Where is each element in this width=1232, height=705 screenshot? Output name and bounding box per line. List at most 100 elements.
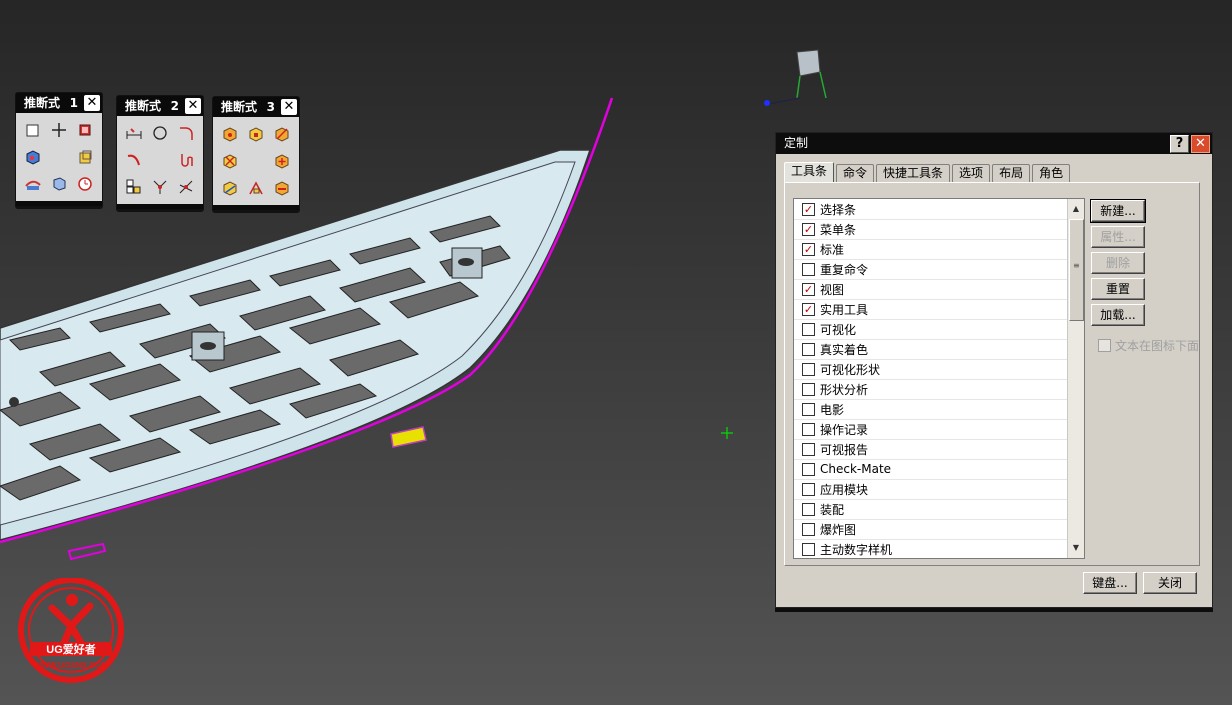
scroll-thumb[interactable]: ≡ bbox=[1069, 219, 1084, 321]
toolbar-title[interactable]: 推断式 2 ✕ bbox=[117, 96, 203, 116]
list-item-checkbox[interactable] bbox=[802, 462, 815, 476]
close-icon[interactable]: ✕ bbox=[281, 99, 297, 115]
toolbar-list[interactable]: ✓ 选择条 ✓ 菜单条 ✓ 标准 重复命令 ✓ 视图 ✓ 实用工具 可视化 真实着色 可视化形状 形状分析电… bbox=[793, 198, 1085, 559]
box-h-icon[interactable] bbox=[269, 174, 295, 201]
red-arc-icon[interactable] bbox=[121, 146, 147, 173]
list-item-checkbox[interactable] bbox=[802, 362, 815, 376]
list-item-checkbox[interactable] bbox=[802, 542, 815, 556]
list-item[interactable]: ✓ 视图 bbox=[794, 279, 1068, 300]
red-spiral-icon[interactable] bbox=[173, 146, 199, 173]
delete-button[interactable]: 删除 bbox=[1091, 252, 1145, 274]
list-item[interactable]: 形状分析 bbox=[794, 379, 1068, 400]
list-item[interactable]: 可视报告 bbox=[794, 439, 1068, 460]
box-g-icon[interactable] bbox=[243, 174, 269, 201]
box-e-icon[interactable] bbox=[269, 147, 295, 174]
list-item[interactable]: 电影 bbox=[794, 399, 1068, 420]
cube-tool-icon[interactable] bbox=[46, 170, 72, 197]
tab-layout[interactable]: 布局 bbox=[992, 164, 1031, 182]
toolbar-title[interactable]: 推断式 3 ✕ bbox=[213, 97, 299, 117]
tab-commands[interactable]: 命令 bbox=[836, 164, 875, 182]
list-item-checkbox[interactable] bbox=[802, 502, 815, 516]
list-item[interactable]: ✓ 菜单条 bbox=[794, 219, 1068, 240]
box-b-icon[interactable] bbox=[243, 120, 269, 147]
list-item[interactable]: 爆炸图 bbox=[794, 519, 1068, 540]
list-item-checkbox[interactable] bbox=[802, 262, 815, 276]
help-button[interactable]: ? bbox=[1170, 135, 1189, 153]
toolbar-title-text: 推断式 bbox=[221, 100, 258, 114]
list-item[interactable]: 可视化形状 bbox=[794, 359, 1068, 380]
origin-marker bbox=[721, 427, 733, 439]
properties-button[interactable]: 属性... bbox=[1091, 226, 1145, 248]
yellow-clip bbox=[390, 426, 427, 448]
scroll-down-icon[interactable]: ▼ bbox=[1068, 540, 1084, 556]
list-item-checkbox[interactable] bbox=[802, 382, 815, 396]
toolbar-title-text: 推断式 bbox=[125, 99, 162, 113]
text-under-icon-checkbox[interactable]: 文本在图标下面 bbox=[1098, 337, 1199, 354]
load-button[interactable]: 加载... bbox=[1091, 304, 1145, 326]
list-item-label: 选择条 bbox=[820, 202, 857, 217]
list-item[interactable]: 装配 bbox=[794, 499, 1068, 520]
close-icon[interactable]: ✕ bbox=[185, 98, 201, 114]
keyboard-button[interactable]: 键盘... bbox=[1083, 572, 1137, 594]
tab-quick-toolbars[interactable]: 快捷工具条 bbox=[876, 164, 951, 182]
cross-icon[interactable] bbox=[46, 116, 72, 143]
list-item-checkbox[interactable]: ✓ bbox=[802, 282, 815, 296]
reset-button[interactable]: 重置 bbox=[1091, 278, 1145, 300]
list-item[interactable]: 主动数字样机 bbox=[794, 539, 1068, 558]
list-item-checkbox[interactable] bbox=[802, 442, 815, 456]
clock-icon[interactable] bbox=[72, 170, 98, 197]
close-icon[interactable]: ✕ bbox=[84, 95, 100, 111]
list-item-checkbox[interactable]: ✓ bbox=[802, 242, 815, 256]
list-item-checkbox[interactable] bbox=[802, 342, 815, 356]
close-icon[interactable]: ✕ bbox=[1191, 135, 1210, 153]
checkbox-box[interactable] bbox=[1098, 339, 1111, 352]
close-button[interactable]: 关闭 bbox=[1143, 572, 1197, 594]
list-item-checkbox[interactable] bbox=[802, 322, 815, 336]
list-item[interactable]: ✓ 选择条 bbox=[794, 199, 1068, 220]
node-icon[interactable] bbox=[147, 173, 173, 200]
tab-options[interactable]: 选项 bbox=[952, 164, 991, 182]
list-item[interactable]: 应用模块 bbox=[794, 479, 1068, 500]
list-item-checkbox[interactable] bbox=[802, 482, 815, 496]
list-item[interactable]: ✓ 实用工具 bbox=[794, 299, 1068, 320]
box-f-icon[interactable] bbox=[217, 174, 243, 201]
red-box-icon[interactable] bbox=[72, 116, 98, 143]
intersect-icon[interactable] bbox=[173, 173, 199, 200]
list-item-checkbox[interactable]: ✓ bbox=[802, 222, 815, 236]
customize-dialog[interactable]: 定制 ? ✕ 工具条 命令 快捷工具条 选项 布局 角色 ✓ 选择条 ✓ 菜单条 ✓ 标准… bbox=[775, 132, 1213, 608]
box-a-icon[interactable] bbox=[217, 120, 243, 147]
list-item-checkbox[interactable] bbox=[802, 522, 815, 536]
dim-icon[interactable] bbox=[121, 119, 147, 146]
list-item[interactable]: 操作记录 bbox=[794, 419, 1068, 440]
list-item-checkbox[interactable] bbox=[802, 422, 815, 436]
rect-icon[interactable] bbox=[20, 116, 46, 143]
box-d-icon[interactable] bbox=[217, 147, 243, 174]
yellow-box-icon[interactable] bbox=[72, 143, 98, 170]
tab-toolbars[interactable]: 工具条 bbox=[784, 162, 835, 182]
blue-cube-icon[interactable] bbox=[20, 143, 46, 170]
list-item[interactable]: 真实着色 bbox=[794, 339, 1068, 360]
list-item[interactable]: 重复命令 bbox=[794, 259, 1068, 280]
list-item-checkbox[interactable]: ✓ bbox=[802, 202, 815, 216]
new-button[interactable]: 新建... bbox=[1090, 199, 1146, 223]
tab-roles[interactable]: 角色 bbox=[1032, 164, 1071, 182]
multi-box-icon[interactable] bbox=[121, 173, 147, 200]
list-scrollbar[interactable]: ▲ ≡ ▼ bbox=[1067, 199, 1084, 558]
box-c-icon[interactable] bbox=[269, 120, 295, 147]
toolbar-infer-3[interactable]: 推断式 3 ✕ bbox=[212, 96, 300, 211]
toolbar-title[interactable]: 推断式 1 ✕ bbox=[16, 93, 102, 113]
list-item-checkbox[interactable] bbox=[802, 402, 815, 416]
circle-icon[interactable] bbox=[147, 119, 173, 146]
toolbar-infer-2[interactable]: 推断式 2 ✕ bbox=[116, 95, 204, 210]
list-item-checkbox[interactable]: ✓ bbox=[802, 302, 815, 316]
list-item-label: 菜单条 bbox=[820, 222, 857, 237]
curve-tool-icon[interactable] bbox=[20, 170, 46, 197]
toolbar-infer-1[interactable]: 推断式 1 ✕ bbox=[15, 92, 103, 207]
list-item[interactable]: ✓ 标准 bbox=[794, 239, 1068, 260]
empty-slot bbox=[46, 143, 72, 170]
list-item[interactable]: 可视化 bbox=[794, 319, 1068, 340]
scroll-up-icon[interactable]: ▲ bbox=[1068, 201, 1084, 217]
list-item[interactable]: Check-Mate bbox=[794, 459, 1068, 480]
dialog-titlebar[interactable]: 定制 ? ✕ bbox=[776, 133, 1212, 154]
arc-corner-icon[interactable] bbox=[173, 119, 199, 146]
